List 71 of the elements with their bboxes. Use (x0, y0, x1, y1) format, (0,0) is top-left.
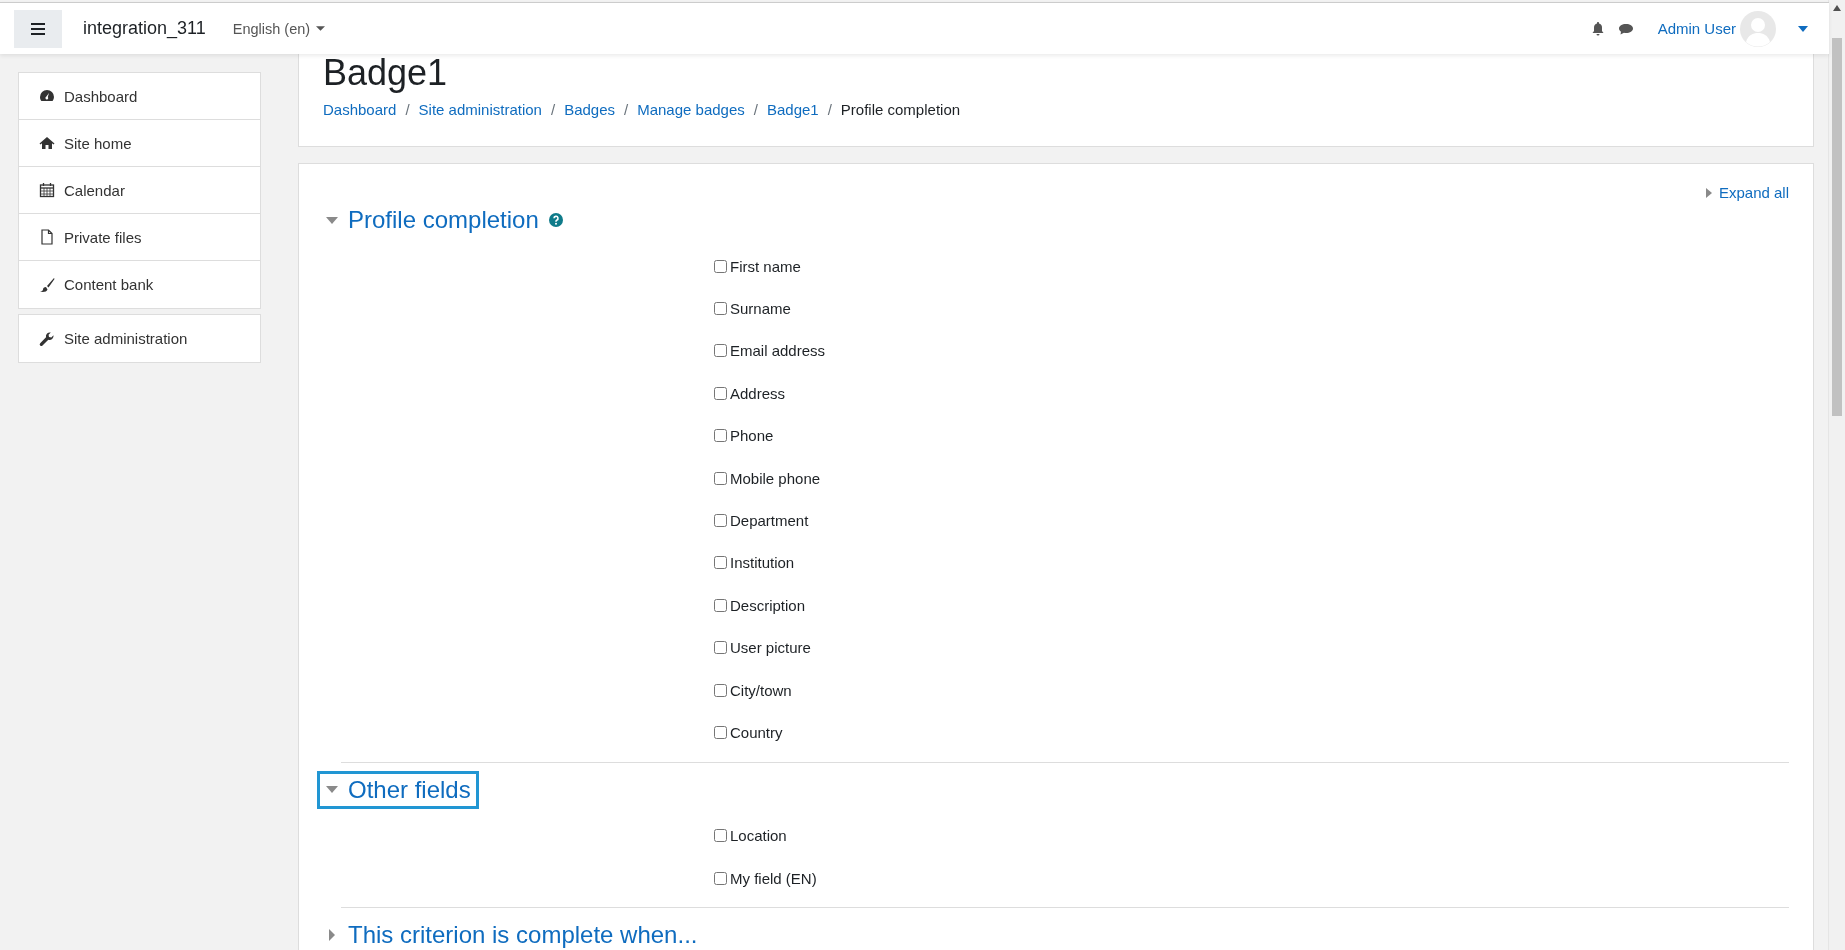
expand-all-link[interactable]: Expand all (1718, 184, 1789, 201)
checkbox-label[interactable]: Description (730, 596, 806, 614)
checkbox-label[interactable]: Location (730, 827, 787, 845)
checkbox[interactable] (714, 683, 727, 697)
checkbox-label[interactable]: My field (EN) (730, 869, 817, 887)
scrollbar-thumb[interactable] (1832, 38, 1842, 416)
section-header[interactable]: Other fields (317, 770, 479, 809)
checkbox-label[interactable]: Address (730, 384, 786, 402)
breadcrumb-separator: / (405, 101, 410, 118)
site-name[interactable]: integration_311 (83, 18, 206, 39)
checkbox-label[interactable]: Department (730, 512, 809, 530)
menu-icon (31, 22, 45, 35)
gauge-icon (39, 88, 55, 104)
breadcrumb-link[interactable]: Badges (564, 101, 615, 118)
breadcrumb-separator: / (550, 101, 556, 118)
section-header[interactable]: Profile completion (317, 201, 571, 239)
sidebar-item[interactable]: Calendar (19, 167, 260, 214)
caret-icon[interactable] (1798, 25, 1808, 32)
sidebar-item[interactable]: Content bank (19, 261, 260, 308)
checkbox-label[interactable]: City/town (730, 681, 792, 699)
checkbox-label[interactable]: Mobile phone (730, 469, 821, 487)
checkbox-label[interactable]: Surname (730, 300, 791, 318)
checkbox[interactable] (714, 386, 727, 400)
sidebar-item[interactable]: Private files (19, 214, 260, 261)
checkbox[interactable] (714, 641, 727, 655)
checkbox[interactable] (714, 871, 727, 885)
checkbox[interactable] (714, 429, 727, 443)
sidebar-item[interactable]: Site home (19, 120, 260, 167)
caret-icon (316, 26, 326, 31)
sidebar-item[interactable]: Dashboard (19, 73, 260, 120)
language-menu[interactable]: English (en) (232, 20, 326, 37)
checkbox[interactable] (714, 344, 727, 358)
breadcrumb-link[interactable]: Dashboard (323, 101, 397, 118)
file-icon (39, 229, 55, 245)
breadcrumb-separator: / (624, 101, 629, 118)
checkbox-label[interactable]: Email address (730, 342, 826, 360)
scrollbar[interactable] (1828, 0, 1845, 950)
checkbox-label[interactable]: Country (730, 724, 783, 741)
checkbox[interactable] (714, 302, 727, 316)
calendar-icon (39, 182, 55, 198)
help-icon[interactable] (548, 213, 563, 227)
wrench-icon (39, 330, 55, 347)
triangle-down-icon (326, 786, 338, 794)
section-header[interactable]: This criterion is complete when... (317, 916, 706, 950)
breadcrumb-link[interactable]: Site administration (418, 101, 542, 118)
breadcrumb-link[interactable]: Badge1 (766, 101, 819, 118)
brush-icon (39, 276, 55, 293)
menu-button[interactable] (14, 9, 62, 48)
checkbox[interactable] (714, 726, 727, 739)
checkbox-label[interactable]: User picture (730, 639, 811, 657)
breadcrumb-link[interactable]: Manage badges (637, 101, 745, 118)
breadcrumb-separator: / (753, 101, 758, 118)
page-title: Badge1 (323, 51, 449, 95)
checkbox[interactable] (714, 259, 727, 273)
breadcrumb-current: Profile completion (840, 101, 961, 118)
checkbox[interactable] (714, 471, 727, 485)
triangle-right-icon (1704, 187, 1713, 198)
triangle-down-icon (326, 216, 338, 224)
checkbox-label[interactable]: Phone (730, 427, 774, 445)
user-name[interactable]: Admin User (1657, 20, 1736, 37)
arrow-up-icon[interactable] (1833, 5, 1841, 11)
checkbox[interactable] (714, 514, 727, 528)
breadcrumb-separator: / (827, 101, 832, 118)
triangle-right-icon (326, 929, 338, 942)
checkbox[interactable] (714, 598, 727, 612)
checkbox-label[interactable]: Institution (730, 554, 795, 572)
checkbox[interactable] (714, 829, 727, 843)
house-icon (39, 135, 55, 151)
sidebar-item[interactable]: Site administration (19, 315, 260, 362)
checkbox-label[interactable]: First name (730, 257, 801, 275)
checkbox[interactable] (714, 556, 727, 570)
